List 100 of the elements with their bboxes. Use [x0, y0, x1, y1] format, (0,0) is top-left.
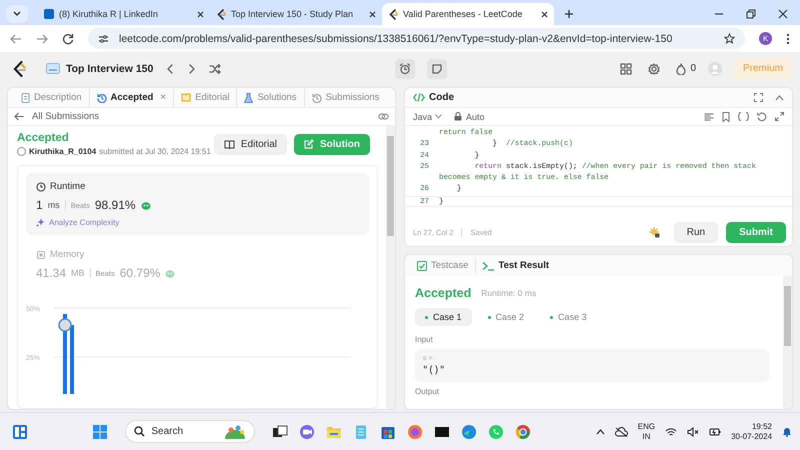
braces-icon[interactable]: [738, 112, 749, 121]
input-label: Input: [415, 335, 434, 344]
chat-icon[interactable]: [299, 424, 316, 440]
note-icon[interactable]: [430, 62, 443, 74]
chevron-up-icon[interactable]: [596, 428, 605, 434]
book-icon: [224, 140, 235, 148]
site-settings-icon[interactable]: [98, 34, 109, 44]
panel-tab[interactable]: Accepted ×: [90, 88, 174, 106]
history-icon: [312, 92, 322, 102]
panel-title: Code: [429, 92, 454, 103]
author-name[interactable]: Kiruthika_R_0104: [29, 147, 96, 156]
reload-icon[interactable]: [62, 32, 74, 44]
input-language[interactable]: ENG IN: [638, 422, 656, 442]
stat-value: 41.34: [36, 266, 66, 280]
battery-icon[interactable]: [709, 426, 722, 436]
stat-title: Memory: [50, 249, 84, 260]
history-icon: [96, 92, 107, 102]
submitted-time: submitted at Jul 30, 2024 19:51: [99, 147, 211, 156]
terminal-icon: [482, 260, 494, 270]
debugger-icon[interactable]: [648, 226, 660, 238]
autocomplete-mode[interactable]: Auto: [466, 112, 485, 122]
case-tab[interactable]: Case 1: [415, 308, 472, 326]
address-bar[interactable]: leetcode.com/problems/valid-parentheses/submissions/1338516061/?envType=study-plan-v2&envId=top-interview-150: [88, 28, 745, 49]
panel-tab[interactable]: Editorial: [174, 88, 238, 106]
panel-tab[interactable]: Testcase: [411, 258, 476, 272]
back-arrow-icon[interactable]: [10, 32, 22, 44]
bookmark-icon[interactable]: [722, 112, 730, 122]
speaker-muted-icon[interactable]: [687, 426, 700, 436]
flame-icon[interactable]: [676, 62, 686, 74]
study-plan-title[interactable]: Top Interview 150: [66, 62, 154, 74]
alarm-clock-icon[interactable]: [398, 62, 411, 74]
cloud-offline-icon[interactable]: [614, 426, 628, 436]
bookmark-star-icon[interactable]: [724, 33, 735, 44]
code-brackets-icon: [413, 93, 425, 102]
document-icon: [21, 92, 30, 102]
browser-icon[interactable]: [407, 424, 424, 440]
stat-value: 1: [36, 198, 43, 212]
browser-icon[interactable]: [515, 424, 532, 440]
flask-icon: [244, 92, 254, 102]
panel-tab[interactable]: Solutions: [237, 88, 305, 106]
browser-tab[interactable]: (8) Kiruthika R | LinkedIn: [38, 3, 210, 25]
all-submissions-link[interactable]: All Submissions: [32, 111, 100, 122]
search-highlight-icon: [224, 424, 246, 440]
leetcode-logo-icon[interactable]: [12, 60, 26, 76]
streak-count: 0: [690, 63, 696, 74]
fullscreen-icon[interactable]: [754, 93, 763, 102]
browser-tab[interactable]: Top Interview 150 - Study Plan: [210, 3, 382, 25]
checkbox-icon: [417, 260, 427, 270]
settings-icon[interactable]: [648, 62, 660, 74]
panel-tab[interactable]: Description: [14, 88, 90, 106]
notification-bell-icon[interactable]: [782, 426, 792, 437]
taskbar-search-field[interactable]: Search: [125, 420, 256, 443]
chip-icon: [36, 250, 46, 260]
restore-icon[interactable]: [746, 9, 756, 19]
clock[interactable]: 19:52 30-07-2024: [731, 422, 772, 442]
back-arrow-icon[interactable]: [14, 112, 24, 121]
forward-arrow-icon[interactable]: [36, 32, 48, 44]
collapse-icon[interactable]: [775, 94, 784, 100]
previous-icon[interactable]: [165, 64, 176, 74]
reset-icon[interactable]: [757, 112, 767, 122]
close-icon[interactable]: [541, 10, 548, 18]
run-button[interactable]: Run: [674, 222, 718, 242]
close-icon[interactable]: [369, 10, 376, 18]
format-icon[interactable]: [704, 112, 714, 120]
browser-tab[interactable]: Valid Parentheses - LeetCode: [382, 3, 554, 25]
grid-layout-icon[interactable]: [620, 62, 632, 74]
task-view-icon[interactable]: [272, 424, 288, 440]
link-icon[interactable]: [378, 112, 389, 121]
stat-title: Runtime: [50, 181, 86, 192]
wifi-icon[interactable]: [665, 426, 678, 436]
next-icon[interactable]: [187, 64, 198, 74]
stat-unit: MB: [71, 268, 85, 278]
user-avatar-icon: [17, 147, 26, 156]
browser-icon[interactable]: [461, 424, 478, 440]
analyze-complexity-link[interactable]: Analyze Complexity: [49, 218, 120, 227]
widgets-icon[interactable]: [12, 424, 28, 440]
stat-unit: ms: [48, 200, 60, 210]
book-icon: [181, 93, 192, 102]
chevron-down-icon: [435, 114, 442, 119]
case-tab[interactable]: Case 3: [540, 308, 597, 326]
language-dropdown[interactable]: Java: [413, 112, 442, 122]
search-icon: [134, 426, 146, 437]
panel-tab[interactable]: Test Result: [476, 258, 556, 272]
panel-tab[interactable]: Submissions: [304, 88, 386, 106]
start-icon[interactable]: [92, 424, 108, 440]
study-plan-icon: [46, 63, 60, 74]
close-icon[interactable]: [778, 9, 788, 19]
editorial-button[interactable]: Editorial: [214, 134, 287, 154]
scrollbar-thumb[interactable]: [784, 286, 791, 346]
scrollbar-thumb[interactable]: [387, 136, 394, 236]
runtime-text: Runtime: 0 ms: [481, 288, 536, 298]
case-tab[interactable]: Case 2: [478, 308, 534, 326]
expand-icon[interactable]: [775, 112, 784, 121]
beats-percent: 98.91%: [94, 198, 136, 212]
leetcode-logo-icon: [388, 8, 398, 20]
tab-list-caret-icon[interactable]: [6, 5, 28, 23]
shuffle-icon[interactable]: [209, 64, 222, 74]
close-icon[interactable]: [197, 10, 204, 18]
more-menu-icon[interactable]: [786, 32, 790, 44]
new-tab-icon[interactable]: [564, 9, 574, 19]
